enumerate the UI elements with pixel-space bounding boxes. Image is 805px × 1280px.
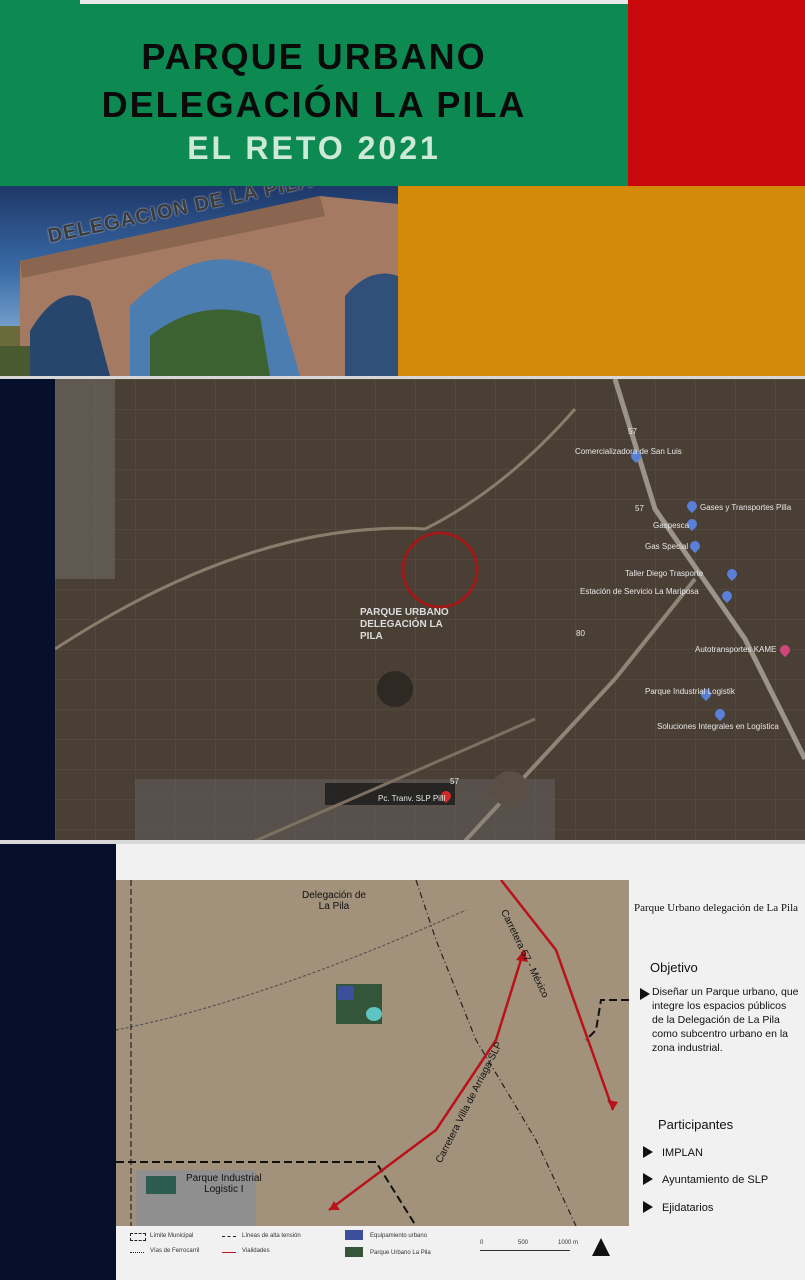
- legend-swatch: [345, 1230, 363, 1240]
- road-number: 80: [576, 629, 585, 638]
- road-number: 57: [450, 777, 459, 786]
- title-line-2: DELEGACIÓN LA PILA: [101, 84, 527, 125]
- legend-label: Parque Urbano La Pila: [370, 1250, 431, 1256]
- title-banner: PARQUE URBANO DELEGACIÓN LA PILA EL RETO…: [0, 0, 628, 186]
- red-block: [628, 0, 805, 186]
- objetivo-text: Diseñar un Parque urbano, que integre lo…: [652, 986, 799, 1054]
- bullet-arrow-icon: [643, 1201, 653, 1213]
- scale-label: 1000 m: [558, 1240, 579, 1246]
- pin-label: Soluciones Integrales en Logística: [657, 722, 779, 731]
- legend-swatch: [345, 1247, 363, 1257]
- participant-item: IMPLAN: [662, 1147, 703, 1159]
- park-label: PARQUE URBANO DELEGACIÓN LA PILA: [360, 607, 449, 642]
- legend-swatch: [222, 1252, 236, 1253]
- legend-label: Vías de Ferrocarril: [150, 1248, 200, 1254]
- objetivo-heading: Objetivo: [650, 960, 698, 975]
- pin-label: Gas Special: [645, 542, 689, 551]
- pin-label: Autotransportes KAME: [695, 645, 777, 654]
- legend-label: Líneas de alta tensión: [242, 1233, 301, 1239]
- bullet-arrow-icon: [640, 988, 650, 1000]
- road-number: 57: [628, 427, 637, 436]
- bullet-arrow-icon: [643, 1146, 653, 1158]
- panel-title: Parque Urbano delegación de La Pila: [633, 902, 799, 914]
- participant-item: Ayuntamiento de SLP: [662, 1174, 769, 1186]
- legend-swatch: [130, 1233, 146, 1241]
- label-parque-industrial: Parque Industrial Logistic I: [186, 1173, 262, 1195]
- road-number: 57: [635, 504, 644, 513]
- pin-label: Pc. Tranv. SLP Pilll: [378, 794, 446, 803]
- ochre-block: [398, 186, 805, 376]
- scale-label: 0: [480, 1240, 484, 1246]
- title-line-3: EL RETO 2021: [187, 130, 441, 166]
- pin-label: Comercializadora de San Luis: [575, 447, 682, 456]
- scale-label: 500: [518, 1240, 529, 1246]
- navy-side-bar: [0, 379, 55, 841]
- pin-label: Gases y Transportes Pilla: [700, 503, 792, 512]
- legend-label: Límite Municipal: [150, 1233, 194, 1239]
- pin-label: Taller Diego Trasporte: [625, 569, 704, 578]
- bullet-arrow-icon: [643, 1173, 653, 1185]
- pin-label: Estación de Servicio La Mariposa: [580, 587, 699, 596]
- map-legend: Límite Municipal Vías de Ferrocarril Lín…: [130, 1230, 610, 1266]
- pin-label: Parque Industrial Logistik: [645, 687, 735, 696]
- arch-photo: DELEGACION DE LA PILA: [0, 186, 398, 376]
- aerial-map: PARQUE URBANO DELEGACIÓN LA PILA Comerci…: [55, 379, 805, 841]
- scale-bar: [480, 1250, 570, 1251]
- legend-label: Vialidades: [242, 1248, 270, 1254]
- participant-item: Ejidatarios: [662, 1202, 714, 1214]
- title-line-1: PARQUE URBANO: [141, 36, 487, 77]
- plan-map: Delegación de La Pila Carretera 57 - Méx…: [116, 880, 629, 1226]
- legend-swatch: [130, 1252, 144, 1253]
- pin-label: Gaspesca: [653, 521, 690, 530]
- legend-swatch: [222, 1236, 236, 1237]
- north-arrow-icon: [592, 1238, 610, 1256]
- navy-side-bar: [0, 844, 116, 1280]
- legend-label: Equipamiento urbano: [370, 1233, 428, 1239]
- header-top-line: [80, 0, 628, 4]
- label-delegacion: Delegación de La Pila: [302, 890, 366, 912]
- participantes-heading: Participantes: [658, 1117, 734, 1132]
